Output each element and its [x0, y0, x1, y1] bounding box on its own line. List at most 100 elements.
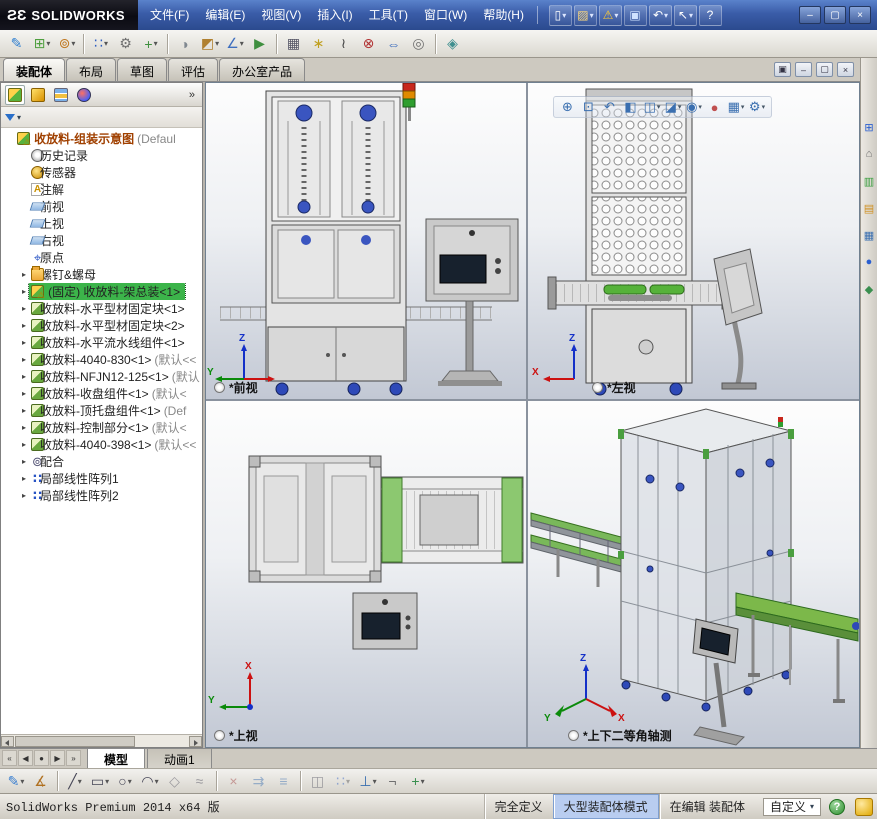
- assembly-features-button[interactable]: ◩ ▾: [198, 32, 222, 55]
- toolbar-separator[interactable]: [435, 33, 437, 54]
- dropdown-caret-icon[interactable]: ▾: [421, 777, 425, 786]
- display-relations-button[interactable]: ⊥ ▾: [356, 770, 380, 793]
- dropdown-caret-icon[interactable]: ▾: [215, 39, 219, 48]
- smart-dimension-button[interactable]: ∡: [29, 770, 53, 793]
- dropdown-caret-icon[interactable]: ▾: [664, 11, 668, 20]
- show-hidden-components-button[interactable]: ◑: [173, 32, 197, 55]
- tree-item[interactable]: 注解: [1, 181, 202, 198]
- expander-icon[interactable]: ▸: [19, 321, 29, 330]
- tree-item-content[interactable]: 传感器: [29, 164, 81, 181]
- viewport-top[interactable]: X Y *上视: [206, 401, 526, 747]
- linear-sketch-pattern-button[interactable]: ∷ ▾: [331, 770, 355, 793]
- tree-item-content[interactable]: 收放料-NFJN12-125<1> (默认: [29, 368, 202, 385]
- interference-detection-button[interactable]: ⊗: [357, 32, 381, 55]
- tree-item[interactable]: ▸ 局部线性阵列2: [1, 487, 202, 504]
- command-tab[interactable]: 草图: [117, 58, 168, 81]
- isometric-view-drawing[interactable]: Z X Y: [528, 401, 859, 747]
- new-motion-study-button[interactable]: ▶: [248, 32, 272, 55]
- left-view-drawing[interactable]: Z X: [528, 83, 859, 399]
- viewport-splitter-vertical[interactable]: [526, 83, 528, 747]
- toolbar-separator[interactable]: [276, 33, 278, 54]
- dropdown-caret-icon[interactable]: ▾: [346, 777, 350, 786]
- xpress-products-icon[interactable]: ▥: [862, 174, 876, 188]
- tree-item[interactable]: ▸ 收放料-收盘组件<1> (默认<: [1, 385, 202, 402]
- command-tab[interactable]: 评估: [168, 58, 219, 81]
- panel-expand-button[interactable]: »: [186, 89, 198, 101]
- line-button[interactable]: ╱ ▾: [63, 770, 87, 793]
- zoom-fit-button[interactable]: ⊕: [559, 98, 577, 116]
- command-tab[interactable]: 办公室产品: [219, 58, 306, 81]
- rectangle-button[interactable]: ▭ ▾: [88, 770, 112, 793]
- section-view-button[interactable]: ◧: [622, 98, 640, 116]
- tree-item[interactable]: ▸ 收放料-水平型材固定块<1>: [1, 300, 202, 317]
- circle-button[interactable]: ○ ▾: [113, 770, 137, 793]
- viewport-maximize-button[interactable]: ▢: [816, 62, 833, 77]
- dropdown-caret-icon[interactable]: ▾: [678, 103, 682, 111]
- tree-item-content[interactable]: ⚠ (固定) 收放料-架总装<1>: [27, 283, 187, 300]
- previous-view-button[interactable]: ↶: [601, 98, 619, 116]
- tree-item[interactable]: ▸ 收放料-4040-398<1> (默认<<: [1, 436, 202, 453]
- viewport-front[interactable]: Z Y *前视: [206, 83, 526, 399]
- propertymanager-tab[interactable]: [28, 85, 48, 105]
- customize-dropdown[interactable]: 自定义 ▾: [762, 797, 821, 816]
- menu-item[interactable]: 窗口(W): [416, 0, 475, 30]
- tree-item[interactable]: ▸ 收放料-顶托盘组件<1> (Def: [1, 402, 202, 419]
- front-view-drawing[interactable]: Z Y: [206, 83, 526, 399]
- expander-icon[interactable]: ▸: [19, 423, 29, 432]
- dropdown-caret-icon[interactable]: ▾: [104, 39, 108, 48]
- tree-item-content[interactable]: 收放料-收盘组件<1> (默认<: [29, 385, 189, 402]
- scroll-next-button[interactable]: ▶: [50, 750, 65, 766]
- explode-line-sketch-button[interactable]: ≀: [332, 32, 356, 55]
- view-palette-icon[interactable]: ▦: [862, 228, 876, 242]
- open-document-button[interactable]: ▨ ▾: [573, 4, 597, 26]
- viewport-minimize-button[interactable]: –: [795, 62, 812, 77]
- viewport-splitter-horizontal[interactable]: [206, 399, 859, 401]
- select-button[interactable]: ↖ ▾: [673, 4, 697, 26]
- view-settings-button[interactable]: ⚙ ▾: [748, 98, 766, 116]
- expander-icon[interactable]: ▸: [19, 440, 29, 449]
- linear-component-pattern-button[interactable]: ∷ ▾: [89, 32, 113, 55]
- tree-item-content[interactable]: 前视: [29, 198, 69, 215]
- dropdown-caret-icon[interactable]: ▾: [741, 103, 745, 111]
- viewport-close-button[interactable]: ×: [837, 62, 854, 77]
- tree-item[interactable]: 原点: [1, 249, 202, 266]
- tree-item-content[interactable]: 收放料-4040-830<1> (默认<<: [29, 351, 198, 368]
- menu-item[interactable]: 编辑(E): [197, 0, 253, 30]
- convert-entities-button[interactable]: ⇉: [247, 770, 271, 793]
- scroll-last-button[interactable]: »: [66, 750, 81, 766]
- tree-item[interactable]: 传感器: [1, 164, 202, 181]
- arc-button[interactable]: ◠ ▾: [138, 770, 162, 793]
- tree-item[interactable]: ⚠ 收放料-组装示意图 (Defaul: [1, 130, 202, 147]
- tree-item-content[interactable]: 螺钉&螺母: [29, 266, 101, 283]
- tree-hscrollbar[interactable]: [1, 734, 202, 747]
- dropdown-caret-icon[interactable]: ▾: [590, 11, 594, 20]
- tree-item[interactable]: 上视: [1, 215, 202, 232]
- dropdown-caret-icon[interactable]: ▾: [105, 777, 109, 786]
- dropdown-caret-icon[interactable]: ▾: [657, 103, 661, 111]
- tree-item[interactable]: ▸ 收放料-水平型材固定块<2>: [1, 317, 202, 334]
- expander-icon[interactable]: ▸: [19, 372, 29, 381]
- menu-item[interactable]: 文件(F): [142, 0, 197, 30]
- rebuild-button[interactable]: ⚠ ▾: [598, 4, 622, 26]
- tree-item-content[interactable]: 原点: [29, 249, 69, 266]
- expander-icon[interactable]: ▸: [19, 270, 29, 279]
- new-document-button[interactable]: ▯ ▾: [548, 4, 572, 26]
- expander-icon[interactable]: ▸: [19, 338, 29, 347]
- filter-caret-icon[interactable]: ▾: [17, 113, 21, 122]
- toolbox-icon[interactable]: ⊞: [862, 120, 876, 134]
- tree-item-content[interactable]: 收放料-顶托盘组件<1> (Def: [29, 402, 188, 419]
- spline-button[interactable]: ≈: [188, 770, 212, 793]
- tree-item-content[interactable]: 收放料-控制部分<1> (默认<: [29, 419, 189, 436]
- command-tab[interactable]: 装配体: [3, 58, 66, 81]
- expander-icon[interactable]: ▸: [19, 406, 29, 415]
- close-button[interactable]: ×: [849, 6, 871, 24]
- apply-scene-button[interactable]: ▦ ▾: [727, 98, 745, 116]
- filter-funnel-icon[interactable]: [5, 113, 15, 121]
- dropdown-caret-icon[interactable]: ▾: [46, 39, 50, 48]
- mirror-entities-button[interactable]: ◫: [306, 770, 330, 793]
- dropdown-caret-icon[interactable]: ▾: [155, 777, 159, 786]
- exploded-view-button[interactable]: ∗: [307, 32, 331, 55]
- dropdown-caret-icon[interactable]: ▾: [78, 777, 82, 786]
- repair-sketch-button[interactable]: ¬: [381, 770, 405, 793]
- filter-input[interactable]: [23, 109, 198, 125]
